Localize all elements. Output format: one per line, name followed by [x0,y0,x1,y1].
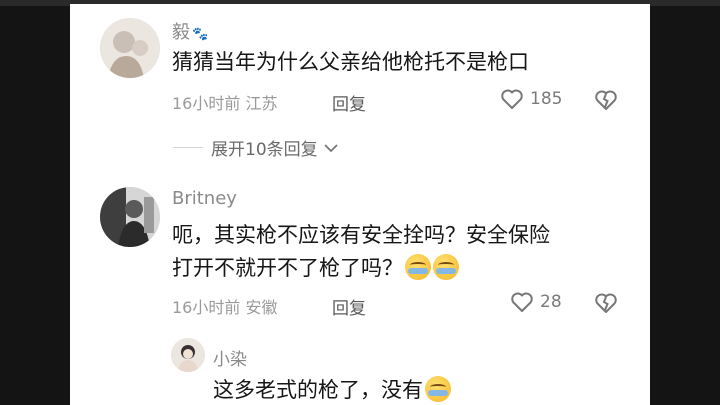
heart-outline-icon [510,291,534,313]
username[interactable]: Britney [172,188,237,209]
like-button[interactable]: 185 [500,88,562,110]
expand-replies-label: 展开10条回复 [211,140,318,160]
comment-line: 呃，其实枪不应该有安全拴吗？安全保险 [172,223,550,247]
broken-heart-icon [594,89,618,111]
crying-laughing-emoji-icon [405,254,431,280]
comment-text: 猜猜当年为什么父亲给他枪托不是枪口 [172,46,529,79]
expand-replies-button[interactable]: 展开10条回复 [173,135,338,160]
username[interactable]: 毅 🐾 [172,18,208,44]
like-button[interactable]: 28 [510,291,562,313]
comment-line-text: 打开不就开不了枪了吗？ [172,256,403,280]
reply-button[interactable]: 回复 [332,294,366,319]
dislike-button[interactable] [594,89,618,111]
username[interactable]: 小染 [213,345,247,370]
paw-badge-icon: 🐾 [192,27,209,42]
like-count: 28 [540,292,562,312]
avatar[interactable] [100,18,160,78]
username-text: 毅 [172,22,190,43]
comment-line: 打开不就开不了枪了吗？ [172,252,550,285]
divider [173,147,203,148]
crying-laughing-emoji-icon [425,376,451,402]
comment-text: 呃，其实枪不应该有安全拴吗？安全保险 打开不就开不了枪了吗？ [172,219,550,285]
comment-meta: 16小时前 江苏 [172,94,278,113]
avatar[interactable] [100,187,160,247]
reply-text-content: 这多老式的枪了，没有 [213,378,423,402]
chevron-down-icon [324,143,338,153]
reply-button[interactable]: 回复 [332,90,366,115]
broken-heart-icon [594,292,618,314]
crying-laughing-emoji-icon [433,254,459,280]
heart-outline-icon [500,88,524,110]
comment-line: 猜猜当年为什么父亲给他枪托不是枪口 [172,50,529,74]
reply-text: 这多老式的枪了，没有 [213,374,451,405]
dislike-button[interactable] [594,292,618,314]
comment-panel[interactable]: 毅 🐾 猜猜当年为什么父亲给他枪托不是枪口 16小时前 江苏 回复 185 展开1… [70,4,650,405]
comment-meta: 16小时前 安徽 [172,298,278,317]
like-count: 185 [530,89,563,109]
avatar[interactable] [171,338,205,372]
